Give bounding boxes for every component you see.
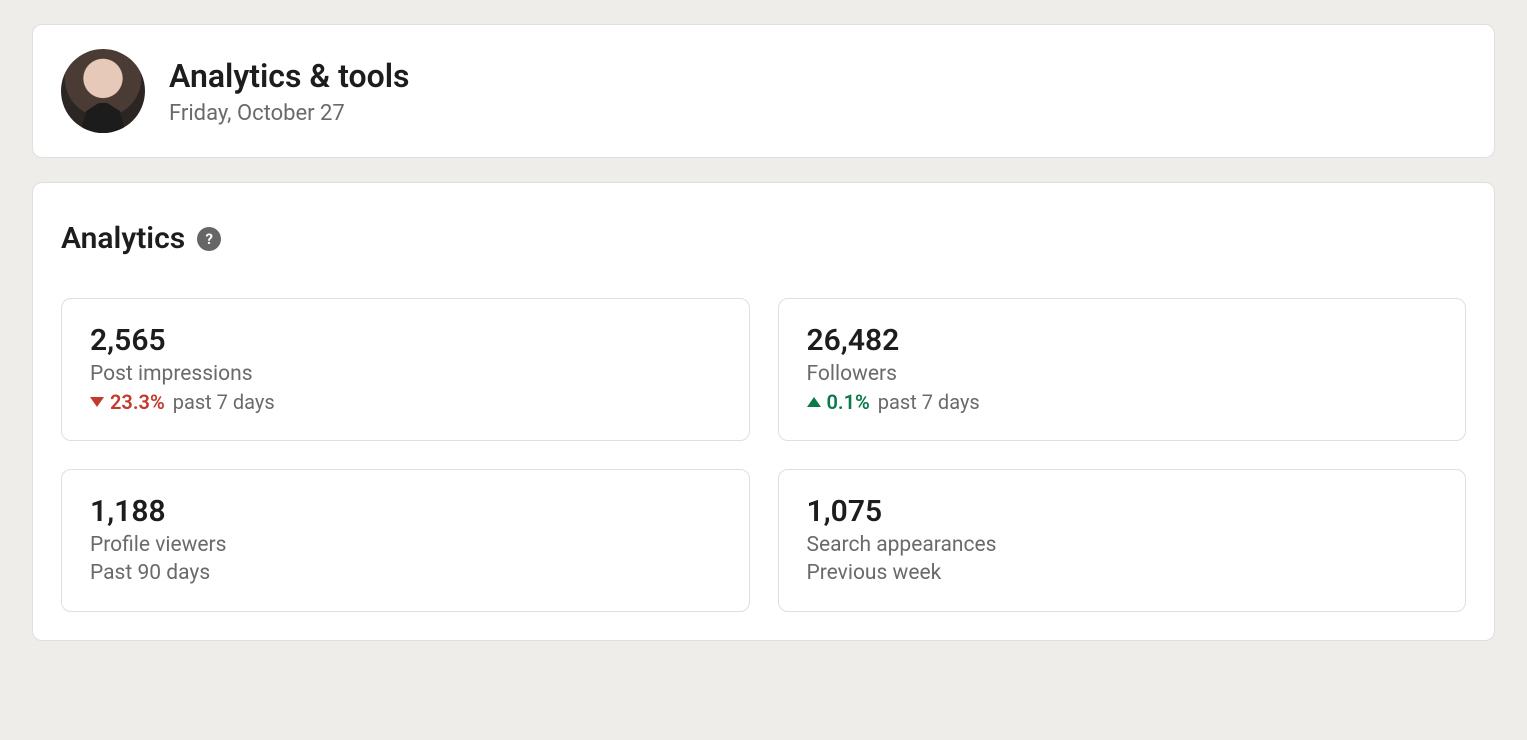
stat-label: Followers: [807, 362, 1438, 386]
trend-up-icon: [807, 397, 821, 407]
trend-period: past 7 days: [173, 390, 275, 414]
stat-profile-viewers[interactable]: 1,188 Profile viewers Past 90 days: [61, 469, 750, 612]
page-date: Friday, October 27: [169, 101, 409, 126]
header-card: Analytics & tools Friday, October 27: [32, 24, 1495, 158]
stat-post-impressions[interactable]: 2,565 Post impressions 23.3% past 7 days: [61, 298, 750, 441]
stat-period: Past 90 days: [90, 561, 721, 585]
stat-label: Search appearances: [807, 533, 1438, 557]
section-header: Analytics ?: [61, 221, 1466, 256]
help-icon[interactable]: ?: [197, 227, 221, 251]
stat-value: 2,565: [90, 323, 721, 358]
stat-value: 1,188: [90, 494, 721, 529]
section-title: Analytics: [61, 221, 185, 256]
stat-trend: 23.3% past 7 days: [90, 390, 721, 414]
stat-value: 1,075: [807, 494, 1438, 529]
stat-label: Profile viewers: [90, 533, 721, 557]
stat-trend: 0.1% past 7 days: [807, 390, 1438, 414]
stat-search-appearances[interactable]: 1,075 Search appearances Previous week: [778, 469, 1467, 612]
stat-value: 26,482: [807, 323, 1438, 358]
header-text: Analytics & tools Friday, October 27: [169, 57, 409, 126]
stat-followers[interactable]: 26,482 Followers 0.1% past 7 days: [778, 298, 1467, 441]
avatar[interactable]: [61, 49, 145, 133]
trend-pct: 0.1%: [827, 390, 870, 414]
trend-down-icon: [90, 397, 104, 407]
stat-period: Previous week: [807, 561, 1438, 585]
stats-grid: 2,565 Post impressions 23.3% past 7 days…: [61, 298, 1466, 612]
stat-label: Post impressions: [90, 362, 721, 386]
analytics-card: Analytics ? 2,565 Post impressions 23.3%…: [32, 182, 1495, 641]
trend-period: past 7 days: [878, 390, 980, 414]
page-title: Analytics & tools: [169, 57, 409, 95]
trend-pct: 23.3%: [110, 390, 165, 414]
